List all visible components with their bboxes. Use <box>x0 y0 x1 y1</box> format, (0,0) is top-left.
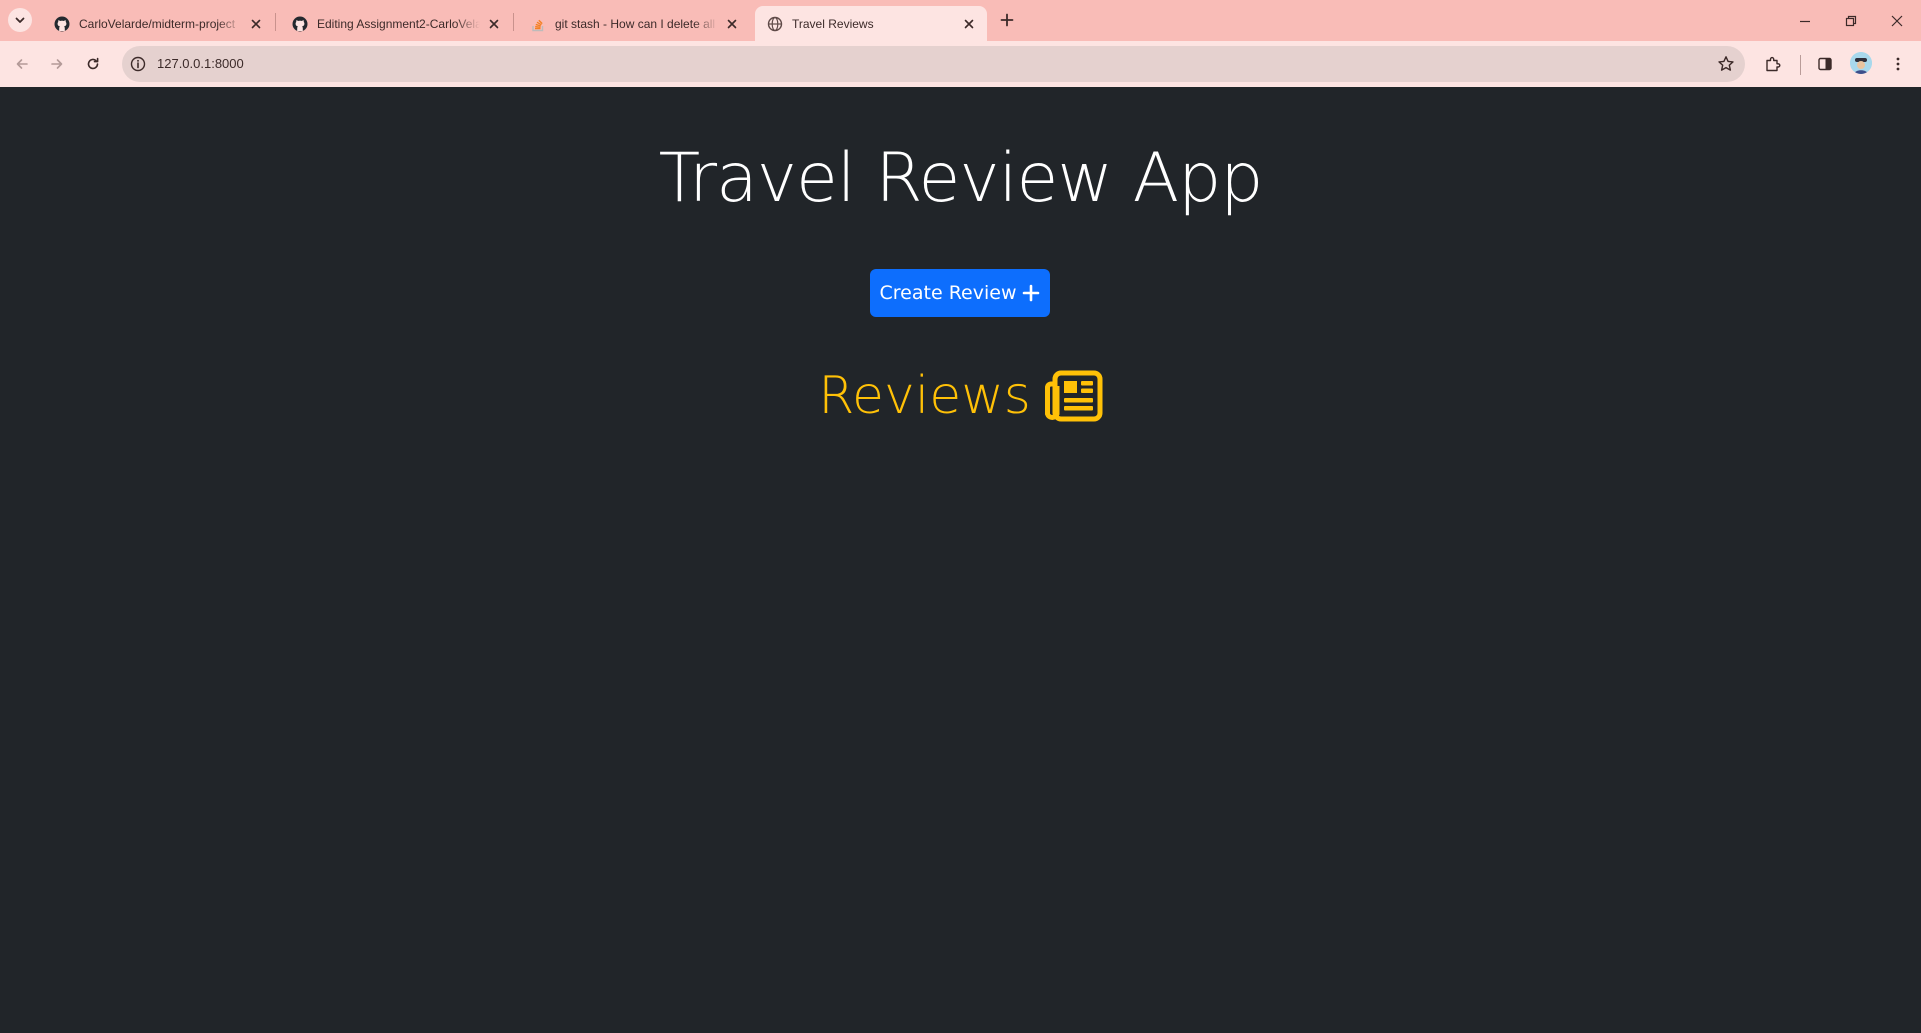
new-tab-button[interactable] <box>995 8 1019 32</box>
arrow-left-icon <box>16 59 28 69</box>
toolbar-separator <box>1800 55 1801 75</box>
chevron-down-icon <box>15 17 25 23</box>
reload-icon <box>87 57 99 70</box>
create-review-label: Create Review <box>879 282 1017 304</box>
plus-icon <box>1000 13 1014 27</box>
tab-title: Editing Assignment2-CarloVelarde <box>317 16 480 31</box>
close-icon[interactable] <box>961 16 977 32</box>
reload-button[interactable] <box>77 48 109 80</box>
side-panel-button[interactable] <box>1809 48 1841 80</box>
tab-travel-reviews[interactable]: Travel Reviews <box>755 6 987 41</box>
forward-button[interactable] <box>41 48 73 80</box>
close-icon[interactable] <box>248 16 264 32</box>
tab-title: git stash - How can I delete all of <box>555 16 718 31</box>
extensions-button[interactable] <box>1757 48 1789 80</box>
globe-icon <box>767 16 783 32</box>
tab-title: Travel Reviews <box>792 16 874 31</box>
close-window-button[interactable] <box>1874 0 1920 41</box>
github-icon <box>54 16 70 32</box>
menu-button[interactable] <box>1882 48 1914 80</box>
tab-editing-assignment2[interactable]: Editing Assignment2-CarloVelarde <box>280 6 512 41</box>
info-icon[interactable] <box>130 56 146 72</box>
stackoverflow-icon <box>530 16 546 32</box>
browser-window: CarloVelarde/midterm-project Editing Ass… <box>0 0 1921 1033</box>
page-content: Travel Review App Create Review Reviews <box>0 87 1921 1033</box>
more-vertical-icon <box>1896 57 1900 71</box>
restore-button[interactable] <box>1828 0 1874 41</box>
close-icon[interactable] <box>486 16 502 32</box>
page-title: Travel Review App <box>658 139 1264 218</box>
arrow-right-icon <box>51 59 63 69</box>
back-button[interactable] <box>6 48 38 80</box>
profile-avatar[interactable] <box>1850 52 1872 74</box>
plus-icon <box>1023 284 1040 302</box>
address-bar[interactable] <box>122 46 1745 82</box>
tab-separator <box>513 13 514 31</box>
bookmark-star-icon[interactable] <box>1717 55 1735 73</box>
close-icon <box>1891 15 1903 26</box>
github-icon <box>292 16 308 32</box>
tab-search-button[interactable] <box>8 8 32 32</box>
newspaper-icon <box>1044 370 1103 422</box>
reviews-heading: Reviews <box>0 370 1921 422</box>
reviews-heading-label: Reviews <box>818 366 1031 426</box>
tab-separator <box>275 13 276 31</box>
minimize-icon <box>1800 20 1810 22</box>
restore-icon <box>1845 15 1857 26</box>
minimize-button[interactable] <box>1782 0 1828 41</box>
create-review-button[interactable]: Create Review <box>870 269 1050 317</box>
close-icon[interactable] <box>724 16 740 32</box>
side-panel-icon <box>1818 57 1832 71</box>
url-input[interactable] <box>157 46 1657 82</box>
browser-toolbar <box>0 41 1921 87</box>
tab-midterm-project[interactable]: CarloVelarde/midterm-project <box>42 6 274 41</box>
tab-title: CarloVelarde/midterm-project <box>79 16 236 31</box>
avatar-icon <box>1850 52 1872 74</box>
puzzle-icon <box>1766 56 1781 72</box>
tab-strip: CarloVelarde/midterm-project Editing Ass… <box>0 0 1921 41</box>
tab-git-stash[interactable]: git stash - How can I delete all of <box>518 6 750 41</box>
